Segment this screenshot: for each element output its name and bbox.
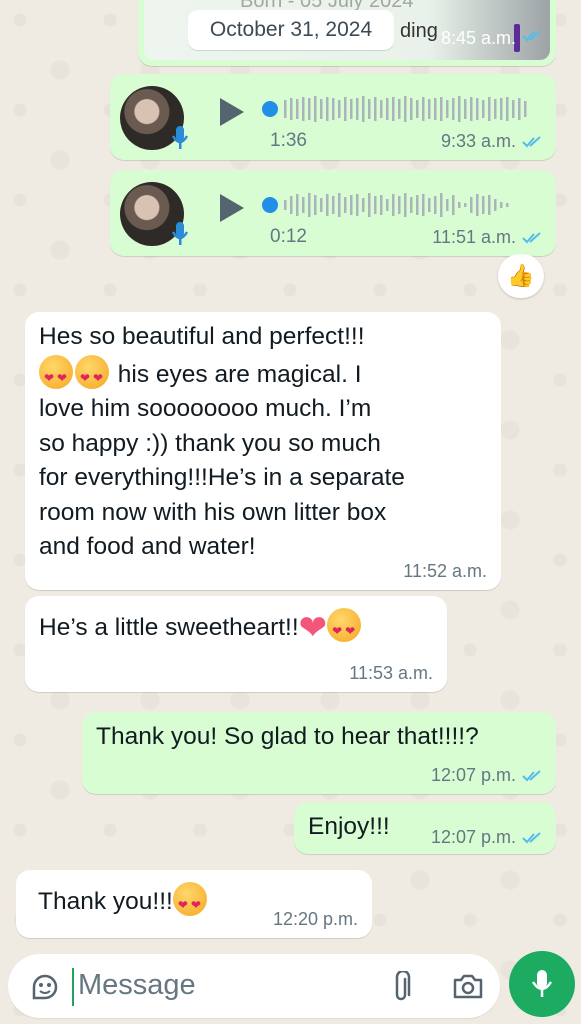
- incoming-message[interactable]: Hes so beautiful and perfect!!! his eyes…: [25, 312, 501, 590]
- play-icon[interactable]: [216, 96, 246, 128]
- message-time: 11:51 a.m.: [432, 227, 516, 247]
- incoming-message[interactable]: Thank you!!! 12:20 p.m.: [16, 870, 372, 938]
- message-text: Hes so beautiful and perfect!!! his eyes…: [39, 320, 487, 565]
- message-time: 11:52 a.m.: [403, 561, 487, 581]
- message-line: Thank you!!!: [38, 888, 173, 915]
- message-meta: 12:20 p.m.: [273, 909, 358, 930]
- message-meta: 12:07 p.m.: [431, 765, 542, 786]
- message-time: 11:53 a.m.: [349, 663, 433, 683]
- read-receipt-icon: [522, 831, 541, 843]
- camera-icon[interactable]: [452, 972, 484, 1000]
- outgoing-message[interactable]: Enjoy!!! 12:07 p.m.: [294, 802, 556, 854]
- message-meta: 9:33 a.m.: [441, 131, 542, 152]
- message-text: He’s a little sweetheart!!❤: [39, 608, 433, 649]
- text-cursor: [72, 968, 74, 1006]
- pink-heart-icon: ❤: [298, 609, 328, 647]
- voice-duration: 0:12: [270, 226, 307, 247]
- date-separator: October 31, 2024: [188, 10, 394, 50]
- reaction-badge[interactable]: 👍: [498, 254, 544, 298]
- message-line: so happy :)) thank you so much: [39, 429, 381, 457]
- message-line: his eyes are magical. I: [111, 360, 362, 388]
- voice-duration: 1:36: [270, 130, 307, 151]
- message-time: 12:20 p.m.: [272, 909, 358, 929]
- play-icon[interactable]: [216, 192, 246, 224]
- message-line: Hes so beautiful and perfect!!!: [39, 323, 365, 350]
- message-composer[interactable]: Message: [8, 954, 500, 1018]
- outgoing-message[interactable]: Thank you! So glad to hear that!!!!? 12:…: [82, 712, 556, 794]
- message-meta: 12:07 p.m.: [431, 827, 542, 848]
- message-line: He’s a little sweetheart!!: [39, 614, 299, 641]
- mic-icon: [171, 126, 189, 149]
- thumbs-up-icon: 👍: [507, 263, 535, 288]
- message-line: love him soooooooo much. I’m: [39, 395, 372, 422]
- smiling-face-with-hearts-icon: [172, 882, 207, 923]
- heart-eyes-emoji-icon: [75, 354, 109, 395]
- message-line: and food and water!: [39, 533, 256, 560]
- image-caption-fragment: ding: [400, 20, 438, 42]
- heart-eyes-emoji-icon: [39, 354, 73, 395]
- message-line: for everything!!!He’s in a separate: [39, 464, 405, 491]
- voice-message[interactable]: 1:36 9:33 a.m.: [110, 74, 556, 160]
- message-time: 12:07 p.m.: [430, 765, 516, 785]
- waveform[interactable]: [260, 190, 540, 220]
- message-line: room now with his own litter box: [39, 498, 387, 526]
- read-receipt-icon: [522, 135, 541, 147]
- voice-record-button[interactable]: [509, 951, 575, 1017]
- read-receipt-icon: [522, 30, 541, 42]
- read-receipt-icon: [522, 231, 541, 243]
- sticker-icon[interactable]: [30, 972, 60, 1002]
- message-input[interactable]: Message: [78, 969, 196, 1002]
- message-time: 12:07 p.m.: [430, 827, 516, 847]
- message-meta: 11:52 a.m.: [403, 561, 487, 582]
- attachment-icon[interactable]: [390, 971, 412, 1003]
- mic-icon: [171, 222, 189, 245]
- read-receipt-icon: [522, 769, 541, 781]
- message-meta: 11:53 a.m.: [349, 663, 433, 684]
- incoming-message[interactable]: He’s a little sweetheart!!❤ 11:53 a.m.: [25, 596, 447, 692]
- message-time: 8:45 a.m.: [440, 28, 516, 48]
- waveform[interactable]: [260, 94, 540, 124]
- voice-message[interactable]: 0:12 11:51 a.m.: [110, 170, 556, 256]
- smiling-face-with-hearts-icon: [327, 608, 362, 649]
- message-line-with-emoji: his eyes are magical. I: [39, 354, 487, 395]
- message-text: Thank you! So glad to hear that!!!!?: [96, 723, 479, 750]
- mic-icon: [531, 970, 553, 997]
- message-meta: 11:51 a.m.: [432, 227, 542, 248]
- message-time: 9:33 a.m.: [440, 131, 516, 151]
